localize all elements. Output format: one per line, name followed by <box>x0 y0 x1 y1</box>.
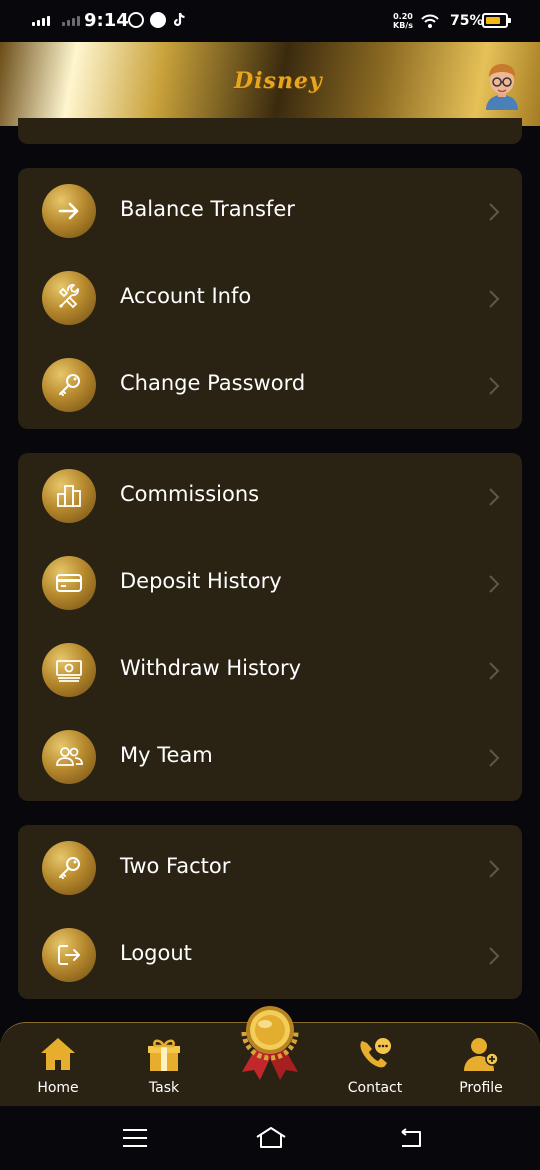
key-icon <box>42 841 96 895</box>
brand-logo[interactable]: Disney <box>234 68 323 94</box>
phone-chat-icon <box>360 1038 391 1068</box>
cash-icon <box>42 643 96 697</box>
status-bar: 9:14 0.20 KB/s 75% <box>0 0 540 42</box>
nav-item-task[interactable]: Task <box>119 1023 209 1107</box>
network-speed-value: 0.20 <box>393 12 413 21</box>
nav-label: Task <box>148 1080 180 1096</box>
key-icon <box>42 358 96 412</box>
wifi-icon <box>421 14 439 28</box>
tools-icon <box>42 271 96 325</box>
arrow-right-icon <box>42 184 96 238</box>
chevron-right-icon <box>489 203 500 221</box>
menu-item-my-team[interactable]: My Team <box>18 714 522 801</box>
menu-item-deposit-history[interactable]: Deposit History <box>18 540 522 627</box>
chevron-right-icon <box>489 947 500 965</box>
menu-item-label: Two Factor <box>120 854 231 878</box>
profile-icon <box>464 1038 499 1071</box>
status-time: 9:14 <box>84 10 129 31</box>
signal-icon-secondary <box>62 16 80 26</box>
nav-label: Home <box>37 1080 79 1096</box>
menu-item-label: Account Info <box>120 284 252 308</box>
menu-item-label: Commissions <box>120 482 260 506</box>
chevron-right-icon <box>489 377 500 395</box>
previous-card-edge <box>18 118 522 144</box>
card-icon <box>42 556 96 610</box>
menu-item-label: Balance Transfer <box>120 197 295 221</box>
menu-item-label: Logout <box>120 941 192 965</box>
building-icon <box>42 469 96 523</box>
menu-item-change-password[interactable]: Change Password <box>18 342 522 429</box>
menu-item-label: Change Password <box>120 371 306 395</box>
menu-item-account-info[interactable]: Account Info <box>18 255 522 342</box>
menu-item-label: My Team <box>120 743 213 767</box>
menu-item-withdraw-history[interactable]: Withdraw History <box>18 627 522 714</box>
menu-card-account: Balance Transfer Account Info Change Pas… <box>18 168 522 429</box>
menu-item-balance-transfer[interactable]: Balance Transfer <box>18 168 522 255</box>
menu-card-security: Two Factor Logout <box>18 825 522 999</box>
system-navigation-bar <box>0 1106 540 1170</box>
chevron-right-icon <box>489 860 500 878</box>
home-icon <box>41 1038 75 1070</box>
menu-item-commissions[interactable]: Commissions <box>18 453 522 540</box>
chevron-right-icon <box>489 749 500 767</box>
nav-label: Contact <box>347 1080 403 1096</box>
network-speed-unit: KB/s <box>393 21 413 30</box>
home-button-icon[interactable] <box>254 1124 288 1152</box>
gift-icon <box>148 1039 180 1071</box>
battery-level <box>486 17 500 24</box>
battery-icon <box>482 13 511 28</box>
nav-item-profile[interactable]: Profile <box>436 1023 526 1107</box>
tiktok-icon <box>172 12 186 28</box>
battery-percent: 75% <box>450 13 484 29</box>
signal-icon <box>32 16 50 26</box>
chevron-right-icon <box>489 488 500 506</box>
network-speed: 0.20 KB/s <box>393 12 413 30</box>
nav-label: Profile <box>459 1080 503 1096</box>
chevron-right-icon <box>489 575 500 593</box>
app-header: Disney <box>0 42 540 126</box>
menu-item-logout[interactable]: Logout <box>18 912 522 999</box>
nav-item-home[interactable]: Home <box>13 1023 103 1107</box>
menu-card-history: Commissions Deposit History Withdraw His… <box>18 453 522 801</box>
user-avatar-icon[interactable] <box>483 62 521 110</box>
nav-item-contact[interactable]: Contact <box>330 1023 420 1107</box>
app-icon <box>150 12 166 28</box>
recent-apps-icon[interactable] <box>120 1124 150 1152</box>
back-button-icon[interactable] <box>396 1124 426 1152</box>
team-icon <box>42 730 96 784</box>
logout-icon <box>42 928 96 982</box>
notification-icons <box>128 12 186 28</box>
menu-item-label: Deposit History <box>120 569 282 593</box>
chevron-right-icon <box>489 290 500 308</box>
chevron-right-icon <box>489 662 500 680</box>
menu-item-two-factor[interactable]: Two Factor <box>18 825 522 912</box>
medal-icon[interactable] <box>234 1000 306 1082</box>
menu-item-label: Withdraw History <box>120 656 302 680</box>
whatsapp-icon <box>128 12 144 28</box>
